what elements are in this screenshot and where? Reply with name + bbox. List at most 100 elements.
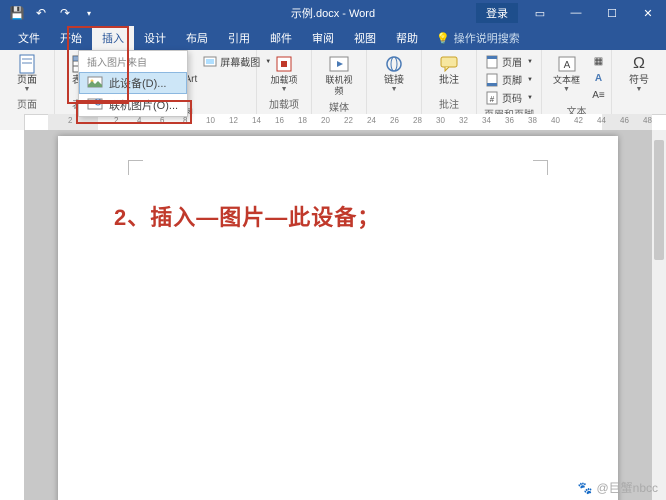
dropdown-online[interactable]: 联机图片(O)... xyxy=(79,94,187,116)
chevron-down-icon: ▼ xyxy=(563,87,570,93)
paw-icon: 🐾 xyxy=(578,481,593,495)
dropcap-button[interactable]: A≡ xyxy=(590,87,608,103)
textbox-icon: A xyxy=(557,54,577,74)
symbol-button[interactable]: Ω 符号 ▼ xyxy=(618,52,660,95)
video-label: 联机视频 xyxy=(322,75,356,97)
ribbon-options-icon[interactable]: ▭ xyxy=(522,0,558,26)
tab-design[interactable]: 设计 xyxy=(134,26,176,50)
header-button[interactable]: 页眉 ▼ xyxy=(483,53,535,70)
document-title: 示例.docx - Word xyxy=(291,5,375,21)
tab-review[interactable]: 审阅 xyxy=(302,26,344,50)
device-icon xyxy=(87,75,103,91)
vertical-ruler[interactable] xyxy=(0,130,25,500)
save-icon[interactable]: 💾 xyxy=(6,2,28,24)
dropdown-online-label: 联机图片(O)... xyxy=(109,97,178,113)
chevron-down-icon: ▼ xyxy=(391,87,398,93)
pages-label: 页面 xyxy=(17,75,37,86)
online-picture-icon xyxy=(87,97,103,113)
titlebar: 💾 ↶ ↷ ▾ 示例.docx - Word 登录 ▭ — ☐ ✕ xyxy=(0,0,666,26)
document-area[interactable]: 2、插入—图片—此设备； xyxy=(24,130,652,500)
header-label: 页眉 xyxy=(502,54,522,69)
dropdown-this-device[interactable]: 此设备(D)... xyxy=(79,72,187,94)
quick-access-toolbar: 💾 ↶ ↷ ▾ xyxy=(0,2,100,24)
minimize-icon[interactable]: — xyxy=(558,0,594,26)
quick-parts-button[interactable]: ▦ xyxy=(590,53,608,69)
tab-mailings[interactable]: 邮件 xyxy=(260,26,302,50)
video-icon xyxy=(329,54,349,74)
screenshot-icon xyxy=(203,55,217,69)
wordart-button[interactable]: A xyxy=(590,70,608,86)
picture-dropdown: 插入图片来自 此设备(D)... 联机图片(O)... xyxy=(78,50,188,117)
comment-icon xyxy=(439,54,459,74)
pagenum-icon: # xyxy=(485,91,499,105)
vertical-scrollbar[interactable] xyxy=(652,130,666,500)
link-icon xyxy=(384,54,404,74)
pages-button[interactable]: 页面 ▼ xyxy=(6,52,48,95)
addins-label: 加载项 xyxy=(271,75,298,86)
comment-button[interactable]: 批注 xyxy=(428,52,470,88)
page-icon xyxy=(17,54,37,74)
tab-references[interactable]: 引用 xyxy=(218,26,260,50)
chevron-down-icon: ▼ xyxy=(527,59,533,65)
watermark-text: @巨蟹nbcc xyxy=(596,479,658,496)
pagenum-label: 页码 xyxy=(502,90,522,105)
redo-icon[interactable]: ↷ xyxy=(54,2,76,24)
close-icon[interactable]: ✕ xyxy=(630,0,666,26)
group-comments: 批注 批注 xyxy=(422,50,477,114)
annotation-text: 2、插入—图片—此设备； xyxy=(114,200,380,232)
textbox-button[interactable]: A 文本框 ▼ xyxy=(546,52,588,95)
watermark: 🐾 @巨蟹nbcc xyxy=(578,479,658,496)
tab-view[interactable]: 视图 xyxy=(344,26,386,50)
tab-file[interactable]: 文件 xyxy=(8,26,50,50)
header-icon xyxy=(485,55,499,69)
addins-button[interactable]: 加载项 ▼ xyxy=(263,52,305,95)
tab-insert[interactable]: 插入 xyxy=(92,26,134,50)
dropcap-icon: A≡ xyxy=(592,88,606,102)
chevron-down-icon: ▼ xyxy=(527,77,533,83)
login-button[interactable]: 登录 xyxy=(476,3,518,23)
links-button[interactable]: 链接 ▼ xyxy=(373,52,415,95)
tab-home[interactable]: 开始 xyxy=(50,26,92,50)
tell-me-label: 操作说明搜索 xyxy=(454,30,520,46)
footer-label: 页脚 xyxy=(502,72,522,87)
scroll-thumb[interactable] xyxy=(654,140,664,260)
group-text: A 文本框 ▼ ▦ A A≡ 文本 xyxy=(542,50,612,114)
chevron-down-icon: ▼ xyxy=(281,87,288,93)
chevron-down-icon: ▼ xyxy=(636,87,643,93)
group-symbols: Ω 符号 ▼ xyxy=(612,50,666,114)
symbol-icon: Ω xyxy=(629,54,649,74)
group-links: 链接 ▼ xyxy=(367,50,422,114)
symbol-label: 符号 xyxy=(629,75,649,86)
chevron-down-icon: ▼ xyxy=(24,87,31,93)
ribbon-tabs: 文件 开始 插入 设计 布局 引用 邮件 审阅 视图 帮助 💡 操作说明搜索 xyxy=(0,26,666,50)
group-comments-label: 批注 xyxy=(439,96,459,112)
group-pages: 页面 ▼ 页面 xyxy=(0,50,55,114)
lightbulb-icon: 💡 xyxy=(436,32,450,45)
wordart-icon: A xyxy=(592,71,606,85)
pagenum-button[interactable]: #页码 ▼ xyxy=(483,89,535,106)
dropdown-this-device-label: 此设备(D)... xyxy=(109,75,166,91)
group-addins: 加载项 ▼ 加载项 xyxy=(257,50,312,114)
tell-me-search[interactable]: 💡 操作说明搜索 xyxy=(428,26,528,50)
group-addins-label: 加载项 xyxy=(269,96,299,112)
group-header-footer: 页眉▼ 页脚▼ #页码▼ 页眉和页脚 xyxy=(477,50,542,114)
online-video-button[interactable]: 联机视频 xyxy=(318,52,360,99)
page[interactable]: 2、插入—图片—此设备； xyxy=(58,136,618,500)
dropdown-header: 插入图片来自 xyxy=(79,51,187,72)
tab-help[interactable]: 帮助 xyxy=(386,26,428,50)
chevron-down-icon: ▼ xyxy=(527,95,533,101)
maximize-icon[interactable]: ☐ xyxy=(594,0,630,26)
textbox-label: 文本框 xyxy=(553,75,580,86)
footer-button[interactable]: 页脚 ▼ xyxy=(483,71,535,88)
qat-more-icon[interactable]: ▾ xyxy=(78,2,100,24)
undo-icon[interactable]: ↶ xyxy=(30,2,52,24)
word-window: 💾 ↶ ↷ ▾ 示例.docx - Word 登录 ▭ — ☐ ✕ 文件 开始 … xyxy=(0,0,666,500)
margin-corner-mark xyxy=(533,160,548,175)
comment-label: 批注 xyxy=(439,75,459,86)
tab-layout[interactable]: 布局 xyxy=(176,26,218,50)
group-media-label: 媒体 xyxy=(329,99,349,115)
group-pages-label: 页面 xyxy=(17,96,37,112)
svg-text:A: A xyxy=(563,60,570,71)
addins-icon xyxy=(274,54,294,74)
margin-corner-mark xyxy=(128,160,143,175)
